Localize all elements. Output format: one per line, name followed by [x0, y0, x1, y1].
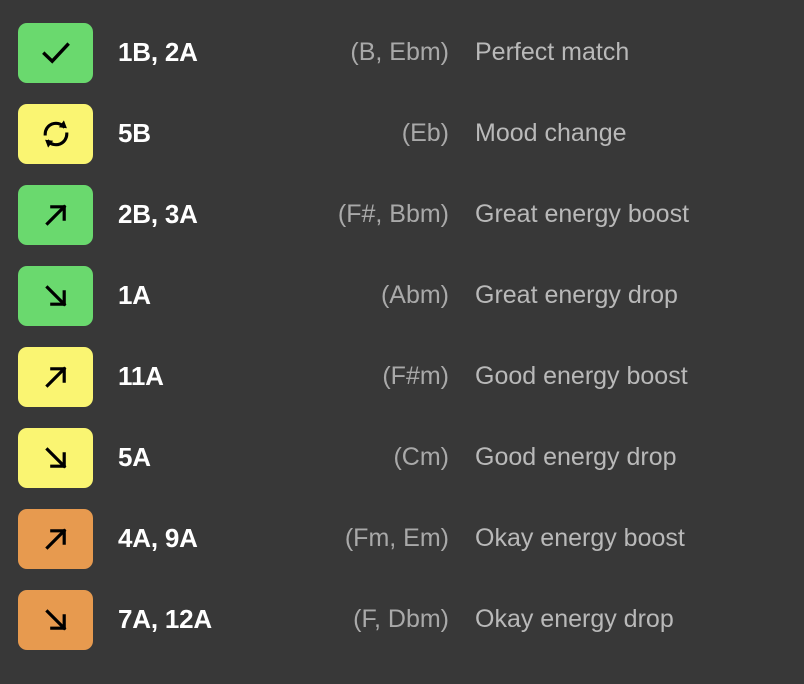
transition-description: Okay energy boost [475, 524, 685, 552]
legend-row[interactable]: 4A, 9A (Fm, Em) Okay energy boost [0, 498, 804, 579]
arrow-down-right-icon [39, 279, 73, 313]
transition-description: Mood change [475, 119, 627, 147]
musical-key-label: (Abm) [380, 281, 449, 309]
musical-key-label: (F#m) [382, 362, 449, 390]
musical-key-label: (F#, Bbm) [337, 200, 449, 228]
compatibility-swatch [18, 184, 93, 245]
transition-description: Great energy drop [475, 281, 678, 309]
legend-row[interactable]: 1A (Abm) Great energy drop [0, 255, 804, 336]
camelot-key-label: 1B, 2A [118, 37, 198, 67]
camelot-key-label: 11A [118, 361, 164, 391]
legend-row[interactable]: 1B, 2A (B, Ebm) Perfect match [0, 12, 804, 93]
transition-description: Perfect match [475, 38, 630, 66]
transition-description: Great energy boost [475, 200, 690, 228]
camelot-key-label: 7A, 12A [118, 604, 212, 634]
arrow-up-right-icon [39, 198, 73, 232]
camelot-key-label: 4A, 9A [118, 523, 198, 553]
musical-key-label: (B, Ebm) [350, 38, 449, 66]
compatibility-swatch [18, 22, 93, 83]
compatibility-swatch [18, 346, 93, 407]
legend-row[interactable]: 7A, 12A (F, Dbm) Okay energy drop [0, 579, 804, 660]
musical-key-label: (Fm, Em) [344, 524, 449, 552]
compatibility-swatch [18, 589, 93, 650]
arrow-up-right-icon [39, 360, 73, 394]
arrow-down-right-icon [39, 603, 73, 637]
arrow-up-right-icon [39, 522, 73, 556]
camelot-key-label: 5A [118, 442, 151, 472]
refresh-icon [39, 117, 73, 151]
compatibility-swatch [18, 265, 93, 326]
check-icon [39, 36, 73, 70]
camelot-key-label: 5B [118, 118, 151, 148]
transition-description: Good energy boost [475, 362, 688, 390]
harmonic-key-legend: 1B, 2A (B, Ebm) Perfect match 5B (Eb) Mood ch… [0, 0, 804, 684]
compatibility-swatch [18, 103, 93, 164]
camelot-key-label: 1A [118, 280, 151, 310]
legend-row[interactable]: 2B, 3A (F#, Bbm) Great energy boost [0, 174, 804, 255]
compatibility-swatch [18, 427, 93, 488]
camelot-key-label: 2B, 3A [118, 199, 198, 229]
arrow-down-right-icon [39, 441, 73, 475]
legend-row[interactable]: 5A (Cm) Good energy drop [0, 417, 804, 498]
musical-key-label: (Cm) [393, 443, 449, 471]
musical-key-label: (Eb) [401, 119, 449, 147]
transition-description: Okay energy drop [475, 605, 674, 633]
musical-key-label: (F, Dbm) [353, 605, 449, 633]
compatibility-swatch [18, 508, 93, 569]
legend-row[interactable]: 11A (F#m) Good energy boost [0, 336, 804, 417]
legend-row[interactable]: 5B (Eb) Mood change [0, 93, 804, 174]
transition-description: Good energy drop [475, 443, 677, 471]
